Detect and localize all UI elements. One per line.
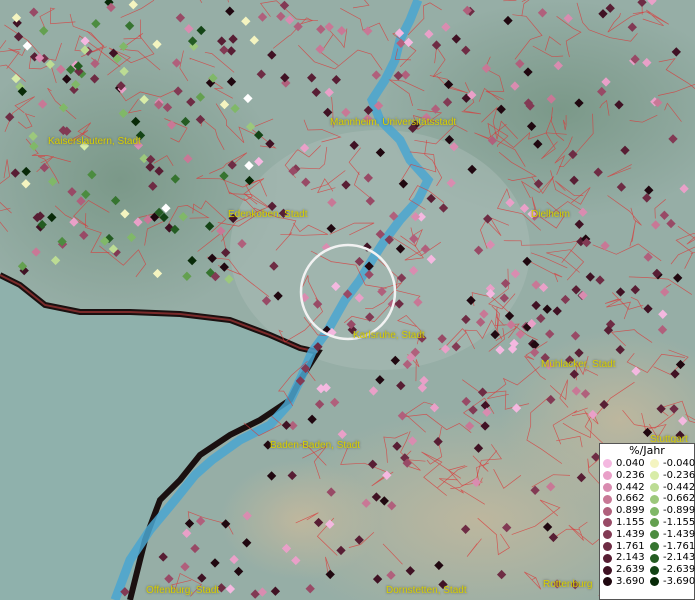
town-label-baden-baden: Baden-Baden, Stadt bbox=[270, 440, 361, 451]
town-label-dornstetten: Dornstetten, Stadt bbox=[386, 585, 467, 596]
legend-row: 0.236 -0.236 bbox=[600, 469, 695, 482]
legend-swatch bbox=[650, 553, 659, 563]
legend-label: 1.155 bbox=[616, 516, 645, 528]
legend-entry-positive: 2.143 bbox=[600, 552, 647, 564]
legend-entry-negative: -0.236 bbox=[647, 469, 695, 482]
legend-swatch bbox=[603, 577, 612, 587]
legend-entry-negative: -1.155 bbox=[647, 516, 695, 529]
legend-row: 1.439 -1.439 bbox=[600, 528, 695, 541]
legend-label: 2.639 bbox=[616, 564, 645, 576]
legend-swatch bbox=[603, 459, 612, 469]
legend-row: 2.143 -2.143 bbox=[600, 552, 695, 564]
legend-swatch bbox=[650, 459, 659, 469]
legend-entry-negative: -1.761 bbox=[647, 540, 695, 553]
legend-entry-positive: 1.439 bbox=[600, 529, 647, 541]
legend-entry-negative: -2.639 bbox=[647, 564, 695, 576]
legend-swatch bbox=[603, 518, 612, 528]
legend-swatch bbox=[650, 530, 659, 540]
legend-swatch bbox=[650, 494, 659, 504]
legend-entry-positive: 2.639 bbox=[600, 564, 647, 576]
town-label-muehlacker: Mühlacker, Stadt bbox=[541, 359, 616, 370]
legend-swatch bbox=[650, 577, 659, 587]
legend-swatch bbox=[650, 506, 659, 516]
legend-swatch bbox=[603, 506, 612, 516]
legend-row: 3.690 -3.690 bbox=[600, 575, 695, 588]
legend-label: 0.899 bbox=[616, 505, 645, 517]
town-label-rottenburg: Rottenburg bbox=[543, 579, 593, 590]
legend-label: -0.040 bbox=[663, 458, 695, 469]
town-label-dielheim: Dielheim bbox=[531, 209, 570, 220]
legend-label: -0.236 bbox=[663, 469, 695, 481]
legend-swatch bbox=[603, 565, 612, 575]
legend-label: -3.690 bbox=[663, 575, 695, 587]
legend-label: 3.690 bbox=[616, 575, 645, 587]
legend-swatch bbox=[603, 530, 612, 540]
legend-swatch bbox=[603, 471, 612, 481]
legend-label: -1.439 bbox=[663, 528, 695, 540]
legend-label: 0.442 bbox=[616, 481, 645, 493]
legend-row: 0.040 -0.040 bbox=[600, 458, 695, 470]
legend-entry-negative: -3.690 bbox=[647, 575, 695, 588]
legend-label: 1.439 bbox=[616, 528, 645, 540]
legend-entry-negative: -0.442 bbox=[647, 481, 695, 494]
legend-entry-negative: -0.040 bbox=[647, 458, 695, 470]
legend-label: -1.155 bbox=[663, 516, 695, 528]
legend-entry-negative: -2.143 bbox=[647, 552, 695, 564]
legend-entry-negative: -0.662 bbox=[647, 493, 695, 505]
legend-label: -0.899 bbox=[663, 505, 695, 517]
legend-entry-positive: 3.690 bbox=[600, 576, 647, 588]
legend-rows: 0.040 -0.040 0.236 -0.236 0.442 -0.442 0.662 -0… bbox=[600, 458, 695, 588]
map-legend: %/Jahr 0.040 -0.040 0.236 -0.236 0.442 -0.442… bbox=[599, 443, 695, 600]
legend-entry-positive: 0.442 bbox=[600, 482, 647, 494]
legend-label: -2.639 bbox=[663, 564, 695, 576]
town-label-karlsruhe: Karlsruhe, Stadt bbox=[353, 330, 425, 341]
legend-swatch bbox=[603, 541, 612, 551]
legend-entry-negative: -1.439 bbox=[647, 528, 695, 541]
legend-swatch bbox=[650, 565, 659, 575]
legend-swatch bbox=[603, 553, 612, 563]
town-label-edenkoben: Edenkoben, Stadt bbox=[228, 209, 308, 220]
legend-entry-positive: 1.155 bbox=[600, 517, 647, 529]
legend-row: 1.155 -1.155 bbox=[600, 516, 695, 529]
legend-entry-positive: 0.040 bbox=[600, 458, 647, 470]
legend-label: 1.761 bbox=[616, 540, 645, 552]
legend-entry-positive: 0.662 bbox=[600, 493, 647, 505]
legend-entry-negative: -0.899 bbox=[647, 505, 695, 517]
legend-row: 0.899 -0.899 bbox=[600, 505, 695, 517]
legend-swatch bbox=[603, 482, 612, 492]
town-label-mannheim: Mannheim, Universitätsstadt bbox=[330, 117, 457, 128]
legend-entry-positive: 0.236 bbox=[600, 470, 647, 482]
legend-label: 2.143 bbox=[616, 552, 645, 564]
town-label-offenburg: Offenburg, Stadt bbox=[146, 585, 220, 596]
legend-row: 0.442 -0.442 bbox=[600, 481, 695, 494]
legend-title: %/Jahr bbox=[629, 444, 665, 457]
legend-swatch bbox=[650, 471, 659, 481]
map-canvas[interactable] bbox=[0, 0, 695, 600]
legend-swatch bbox=[650, 541, 659, 551]
legend-entry-positive: 0.899 bbox=[600, 505, 647, 517]
legend-row: 1.761 -1.761 bbox=[600, 540, 695, 553]
legend-swatch bbox=[603, 494, 612, 504]
legend-entry-positive: 1.761 bbox=[600, 541, 647, 553]
legend-row: 0.662 -0.662 bbox=[600, 493, 695, 505]
legend-row: 2.639 -2.639 bbox=[600, 564, 695, 576]
legend-swatch bbox=[650, 518, 659, 528]
legend-label: -0.442 bbox=[663, 481, 695, 493]
legend-label: 0.040 bbox=[616, 458, 645, 469]
legend-label: 0.236 bbox=[616, 469, 645, 481]
legend-label: -1.761 bbox=[663, 540, 695, 552]
legend-label: -0.662 bbox=[663, 493, 695, 505]
town-label-kaiserslautern: Kaiserslautern, Stadt bbox=[48, 136, 141, 147]
legend-label: 0.662 bbox=[616, 493, 645, 505]
legend-label: -2.143 bbox=[663, 552, 695, 564]
legend-swatch bbox=[650, 482, 659, 492]
